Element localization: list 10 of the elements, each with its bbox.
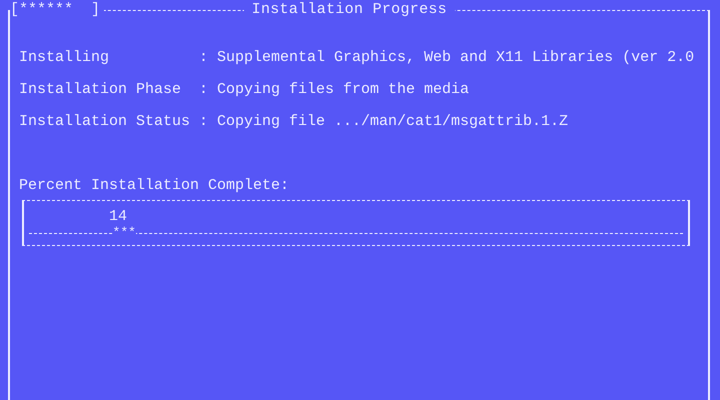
field-value: : Copying files from the media [199,81,470,99]
field-label: Installing [19,49,110,67]
window-title: Installation Progress [244,1,455,19]
field-value: : Copying file .../man/cat1/msgattrib.1.Z [199,113,570,131]
field-value: : Supplemental Graphics, Web and X11 Libraries (ver 2.0 [199,49,696,67]
field-label: Installation Phase [19,81,182,99]
field-label: Installation Status [19,113,192,131]
progress-label: Percent Installation Complete: [19,177,290,195]
activity-spinner: [****** ] [10,1,104,19]
percent-value: 14 [108,209,127,225]
